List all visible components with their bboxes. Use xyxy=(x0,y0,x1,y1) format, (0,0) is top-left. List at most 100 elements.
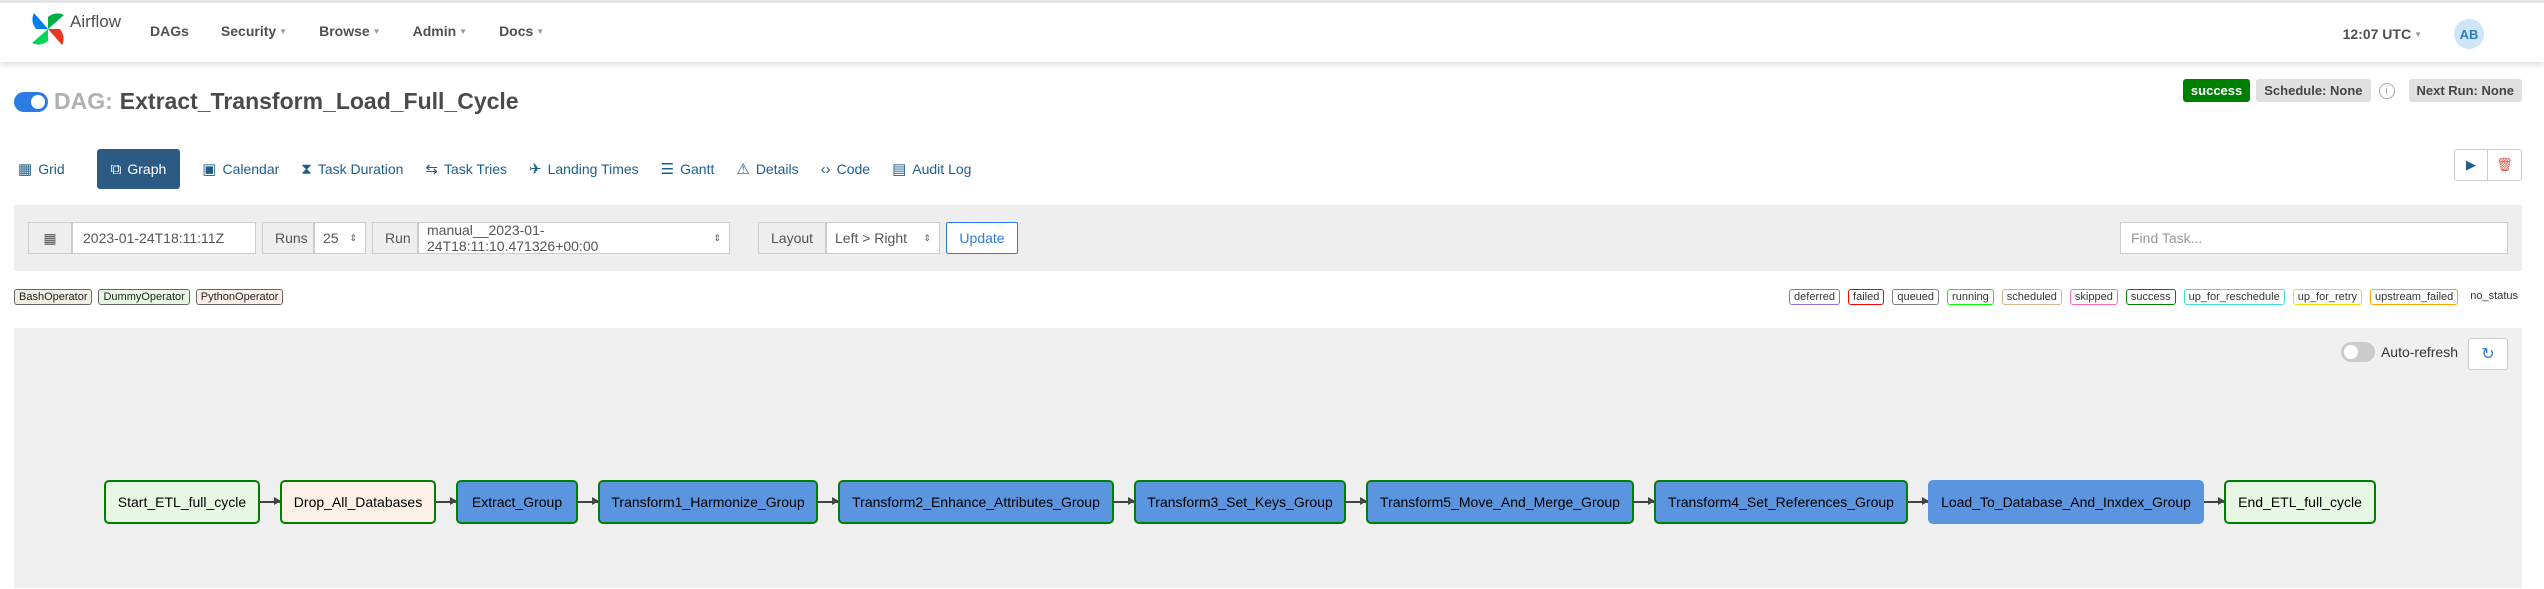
state-legend-item[interactable]: up_for_reschedule xyxy=(2183,289,2285,305)
tab-label: Code xyxy=(836,161,871,177)
schedule-badge: Schedule: None xyxy=(2256,79,2371,102)
dag-actions: ▶ 🗑 xyxy=(2454,149,2522,181)
task-group-extract[interactable]: Extract_Group xyxy=(456,480,578,524)
auto-refresh-toggle[interactable] xyxy=(2340,342,2375,362)
base-date-input[interactable]: 2023-01-24T18:11:11Z xyxy=(72,222,256,254)
graph-edge xyxy=(258,498,281,504)
layout-label: Layout xyxy=(758,222,826,254)
grid-icon: ▦ xyxy=(18,161,33,178)
tab-label: Audit Log xyxy=(912,161,972,177)
delete-dag-button[interactable]: 🗑 xyxy=(2488,149,2522,181)
tab-label: Details xyxy=(755,161,799,177)
tab-label: Task Tries xyxy=(444,161,508,177)
calendar-icon: ▦ xyxy=(43,229,57,246)
trigger-dag-button[interactable]: ▶ xyxy=(2454,149,2488,181)
state-legend: deferred failed queued running scheduled… xyxy=(1781,289,2522,305)
status-badge: success xyxy=(2182,79,2251,102)
graph-edge xyxy=(2202,498,2225,504)
dag-graph-canvas[interactable]: Auto-refresh ↻ Start_ETL_full_cycle Drop… xyxy=(14,328,2522,588)
state-legend-item[interactable]: running xyxy=(1947,289,1994,305)
chevron-down-icon: ▼ xyxy=(372,26,381,36)
runs-select[interactable]: 25 ⇕ xyxy=(314,222,366,254)
next-run-badge: Next Run: None xyxy=(2408,79,2522,102)
tab-label: Landing Times xyxy=(547,161,639,177)
top-navbar: Airflow DAGs Security ▼ Browse ▼ Admin ▼ Do… xyxy=(0,0,2544,62)
layout-select[interactable]: Left > Right ⇕ xyxy=(826,222,940,254)
run-select[interactable]: manual__2023-01-24T18:11:10.471326+00:00… xyxy=(418,222,730,254)
tab-graph[interactable]: ⧉ Graph xyxy=(96,149,181,189)
find-task-input[interactable]: Find Task... xyxy=(2120,222,2508,254)
tab-gantt[interactable]: ☰ Gantt xyxy=(661,149,715,189)
select-arrows-icon: ⇕ xyxy=(923,232,931,243)
nav-admin[interactable]: Admin ▼ xyxy=(413,23,467,39)
tab-landing-times[interactable]: ✈ Landing Times xyxy=(529,149,639,189)
airflow-brand[interactable]: Airflow xyxy=(28,9,121,49)
task-node-end-etl-full-cycle[interactable]: End_ETL_full_cycle xyxy=(2224,480,2376,524)
state-legend-item[interactable]: up_for_retry xyxy=(2292,289,2363,305)
task-node-drop-all-databases[interactable]: Drop_All_Databases xyxy=(280,480,436,524)
trash-icon: 🗑 xyxy=(2496,157,2513,172)
dag-pause-toggle[interactable] xyxy=(14,91,48,112)
chevron-down-icon: ▼ xyxy=(536,26,545,36)
tab-label: Task Duration xyxy=(317,161,404,177)
nav-dags-label: DAGs xyxy=(150,23,189,39)
tab-calendar[interactable]: ▣ Calendar xyxy=(202,149,279,189)
state-legend-item[interactable]: skipped xyxy=(2069,289,2118,305)
nav-security[interactable]: Security ▼ xyxy=(221,23,287,39)
nav-docs[interactable]: Docs ▼ xyxy=(499,23,544,39)
state-legend-item[interactable]: success xyxy=(2125,289,2176,305)
play-icon: ▶ xyxy=(2466,157,2476,172)
run-value: manual__2023-01-24T18:11:10.471326+00:00 xyxy=(427,222,599,254)
file-icon: ▤ xyxy=(892,161,907,178)
task-node-start-etl-full-cycle[interactable]: Start_ETL_full_cycle xyxy=(104,480,260,524)
state-legend-item[interactable]: upstream_failed xyxy=(2370,289,2459,305)
state-legend-item[interactable]: queued xyxy=(1892,289,1940,305)
state-legend-item[interactable]: failed xyxy=(1848,289,1885,305)
tab-code[interactable]: ‹› Code xyxy=(821,149,870,189)
nav-browse[interactable]: Browse ▼ xyxy=(319,23,381,39)
run-label: Run xyxy=(372,222,418,254)
update-button[interactable]: Update xyxy=(946,222,1018,254)
auto-refresh-control[interactable]: Auto-refresh xyxy=(2340,342,2458,362)
nav-admin-label: Admin xyxy=(412,23,457,39)
task-group-transform1-harmonize[interactable]: Transform1_Harmonize_Group xyxy=(598,480,818,524)
operator-legend-item: BashOperator xyxy=(14,289,93,305)
nav-dags[interactable]: DAGs xyxy=(150,23,189,39)
graph-icon: ⧉ xyxy=(110,160,122,178)
task-group-transform5-move-and-merge[interactable]: Transform5_Move_And_Merge_Group xyxy=(1366,480,1634,524)
state-legend-item[interactable]: no_status xyxy=(2466,289,2522,305)
graph-edge xyxy=(434,498,457,504)
tab-task-duration[interactable]: ⧗ Task Duration xyxy=(301,149,403,189)
auto-refresh-label: Auto-refresh xyxy=(2380,344,2458,360)
nav-browse-label: Browse xyxy=(319,23,370,39)
layout-value: Left > Right xyxy=(835,230,907,246)
tab-audit-log[interactable]: ▤ Audit Log xyxy=(892,149,971,189)
tab-details[interactable]: ⚠ Details xyxy=(736,149,798,189)
task-group-transform2-enhance-attributes[interactable]: Transform2_Enhance_Attributes_Group xyxy=(838,480,1114,524)
warning-triangle-icon: ⚠ xyxy=(736,161,750,178)
operator-legend-item: DummyOperator xyxy=(98,289,190,305)
tab-task-tries[interactable]: ⇆ Task Tries xyxy=(425,149,507,189)
refresh-button[interactable]: ↻ xyxy=(2468,338,2508,370)
task-group-transform4-set-references[interactable]: Transform4_Set_References_Group xyxy=(1654,480,1908,524)
tab-label: Grid xyxy=(38,161,65,177)
tab-grid[interactable]: ▦ Grid xyxy=(18,149,65,189)
info-icon[interactable]: i xyxy=(2378,82,2395,99)
runs-value: 25 xyxy=(323,230,339,246)
tab-label: Calendar xyxy=(222,161,280,177)
calendar-icon: ▣ xyxy=(202,161,217,178)
dag-header-badges: success Schedule: None i Next Run: None xyxy=(2177,79,2522,102)
refresh-icon: ↻ xyxy=(2481,346,2495,363)
retry-icon: ⇆ xyxy=(425,161,438,178)
date-picker-button[interactable]: ▦ xyxy=(28,222,72,254)
navbar-right: 12:07 UTC ▼ AB xyxy=(2343,19,2484,49)
task-group-transform3-set-keys[interactable]: Transform3_Set_Keys_Group xyxy=(1134,480,1346,524)
timezone-clock[interactable]: 12:07 UTC ▼ xyxy=(2343,26,2422,42)
graph-edge xyxy=(1112,498,1135,504)
task-group-load-to-database[interactable]: Load_To_Database_And_Inxdex_Group xyxy=(1928,480,2204,524)
hourglass-icon: ⧗ xyxy=(301,160,312,178)
chevron-down-icon: ▼ xyxy=(279,26,288,36)
state-legend-item[interactable]: scheduled xyxy=(2001,289,2062,305)
user-avatar[interactable]: AB xyxy=(2454,19,2484,49)
state-legend-item[interactable]: deferred xyxy=(1789,289,1841,305)
